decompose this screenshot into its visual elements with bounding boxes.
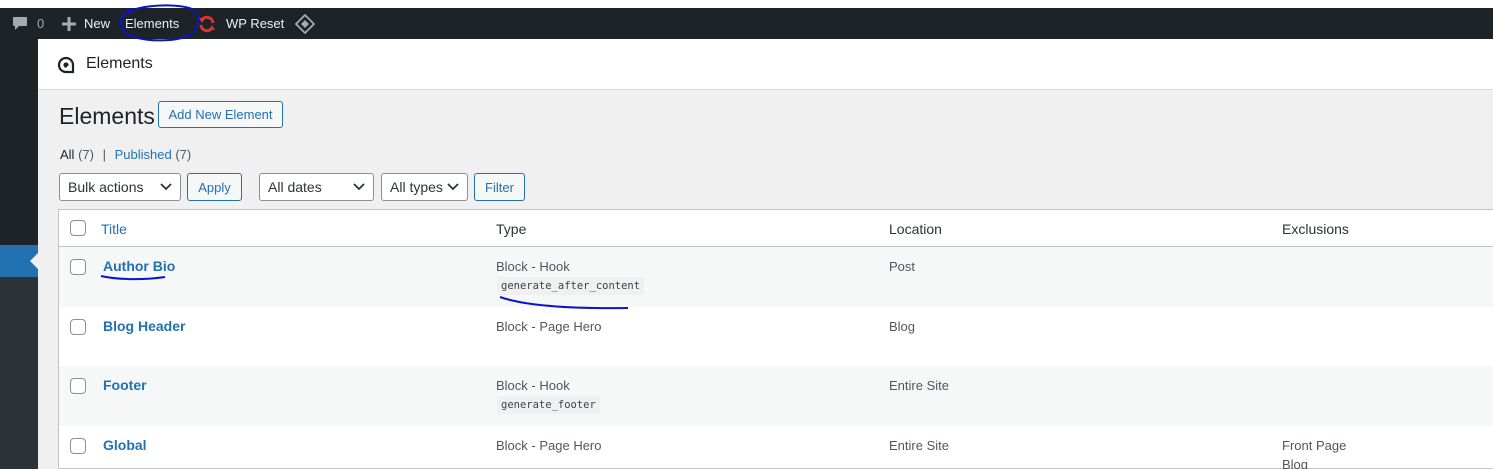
page-title: Elements [59, 103, 155, 129]
row-title-link[interactable]: Author Bio [103, 258, 175, 274]
row-checkbox[interactable] [70, 378, 86, 394]
row-type: Block - Hook [496, 378, 570, 393]
main-content: Elements Elements Add New Element All (7… [38, 39, 1493, 469]
admin-sidebar [0, 39, 38, 469]
row-location: Entire Site [889, 378, 949, 393]
view-filters: All (7) | Published (7) [60, 147, 191, 162]
row-checkbox[interactable] [70, 319, 86, 335]
chevron-down-icon [160, 183, 172, 191]
add-new-element-button[interactable]: Add New Element [158, 101, 283, 128]
row-exclusion: Front Page [1282, 438, 1347, 453]
comment-icon [13, 17, 27, 30]
view-all-link[interactable]: All [60, 147, 74, 162]
header-title: Elements [86, 55, 153, 72]
plus-icon [62, 16, 76, 31]
row-hook-code: generate_after_content [497, 277, 645, 295]
table-row: Blog Header Block - Page Hero Blog [59, 307, 1493, 367]
column-title-header[interactable]: Title [101, 221, 127, 237]
chevron-down-icon [353, 183, 365, 191]
diamond-icon [295, 13, 315, 34]
row-checkbox[interactable] [70, 259, 86, 275]
wp-reset-label: WP Reset [226, 16, 285, 31]
row-checkbox[interactable] [70, 438, 86, 454]
type-filter-select[interactable]: All types [381, 173, 468, 201]
row-type: Block - Page Hero [496, 319, 602, 334]
bulk-actions-select[interactable]: Bulk actions [59, 173, 181, 201]
apply-button[interactable]: Apply [187, 173, 242, 201]
table-row: Global Block - Page Hero Entire Site Fro… [59, 426, 1493, 469]
elements-header-bar: Elements [38, 39, 1493, 90]
admin-bar: 0 New Elements WP Reset [0, 8, 1493, 39]
elements-logo-icon [57, 56, 75, 74]
date-filter-value: All dates [268, 179, 322, 195]
column-type-header: Type [496, 221, 527, 237]
elements-label: Elements [125, 16, 180, 31]
date-filter-select[interactable]: All dates [259, 173, 374, 201]
chevron-down-icon [447, 183, 459, 191]
view-separator: | [102, 147, 106, 162]
reset-icon [199, 15, 215, 32]
sidebar-current-indicator [30, 253, 38, 269]
elements-table: Title Type Location Exclusions Author Bi… [58, 209, 1493, 469]
row-type: Block - Hook [496, 259, 570, 274]
row-title-link[interactable]: Global [103, 437, 147, 453]
filter-button[interactable]: Filter [474, 173, 525, 201]
column-exclusions-header: Exclusions [1282, 221, 1349, 237]
column-location-header: Location [889, 221, 942, 237]
view-published-count: (7) [175, 147, 192, 162]
view-published-link[interactable]: Published [115, 147, 172, 162]
comments-count: 0 [37, 16, 45, 31]
table-header: Title Type Location Exclusions [59, 210, 1493, 247]
table-row: Author Bio Block - Hook generate_after_c… [59, 247, 1493, 307]
wp-reset-menu[interactable]: WP Reset [198, 8, 284, 39]
sidebar-submenu [0, 277, 38, 469]
type-filter-value: All types [390, 179, 443, 195]
comments-menu[interactable]: 0 [12, 8, 44, 39]
new-label: New [84, 16, 111, 31]
new-content-menu[interactable]: New [62, 8, 110, 39]
table-row: Footer Block - Hook generate_footer Enti… [59, 366, 1493, 426]
row-hook-code: generate_footer [497, 396, 600, 414]
plugin-menu[interactable] [295, 8, 315, 39]
window-top-line [0, 8, 62, 9]
row-title-link[interactable]: Footer [103, 377, 147, 393]
row-location: Blog [889, 319, 916, 334]
select-all-checkbox[interactable] [70, 220, 86, 236]
row-exclusion: Blog [1282, 457, 1309, 469]
bulk-actions-value: Bulk actions [68, 179, 144, 195]
row-title-link[interactable]: Blog Header [103, 318, 185, 334]
elements-menu[interactable]: Elements [125, 8, 179, 39]
view-all-count: (7) [78, 147, 94, 162]
row-location: Entire Site [889, 438, 949, 453]
row-type: Block - Page Hero [496, 438, 602, 453]
row-location: Post [889, 259, 916, 274]
window-top-strip [0, 0, 1493, 8]
